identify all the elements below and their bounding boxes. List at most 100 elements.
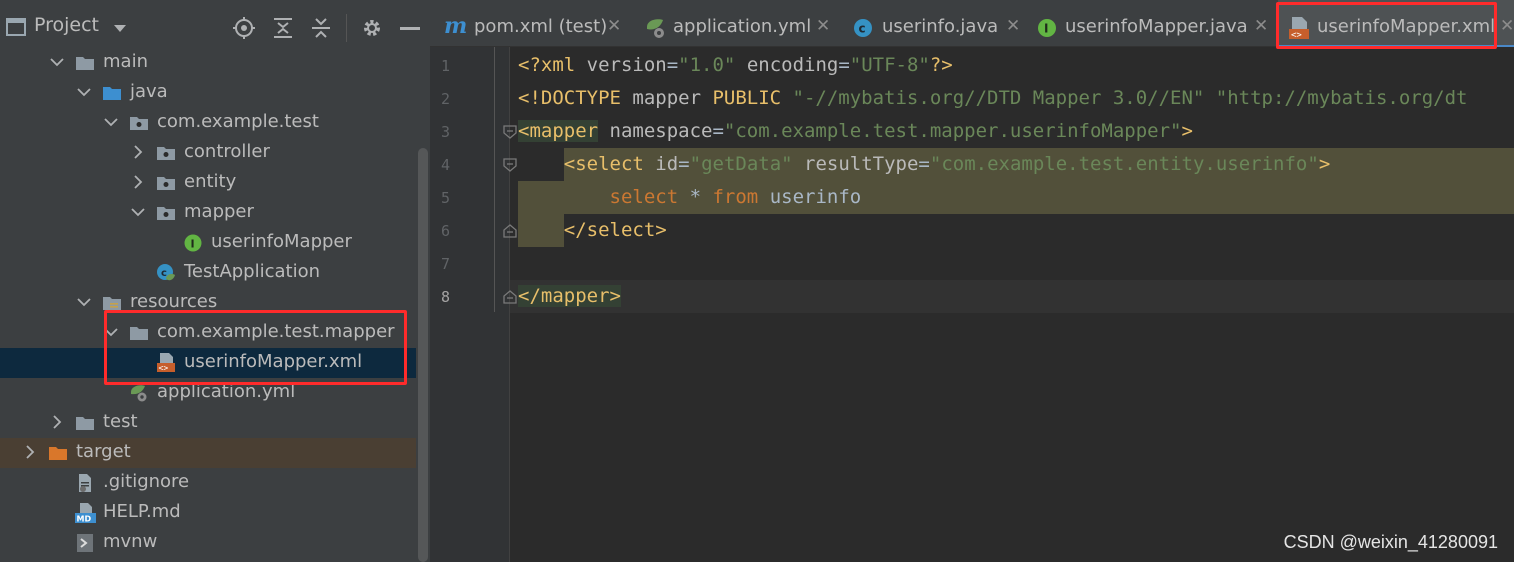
svg-text:m: m xyxy=(444,17,467,35)
tree-item-help-md[interactable]: MD HELP.md xyxy=(0,498,416,528)
header-divider xyxy=(346,14,347,42)
code-line-4[interactable]: <select id="getData" resultType="com.exa… xyxy=(518,148,1331,181)
svg-text:I: I xyxy=(1044,22,1048,36)
close-icon[interactable]: ✕ xyxy=(1254,16,1268,36)
tree-item-testapplication[interactable]: c TestApplication xyxy=(0,258,416,288)
tree-item-target[interactable]: target xyxy=(0,438,430,468)
token: id xyxy=(643,153,679,175)
token: ?> xyxy=(929,54,953,76)
project-title[interactable]: Project xyxy=(34,14,99,36)
tree-item-label: com.example.test xyxy=(157,111,319,132)
token: encoding xyxy=(735,54,839,76)
source-folder-icon xyxy=(102,83,122,103)
token: <?xml xyxy=(518,54,587,76)
tree-item-userinfomapper[interactable]: IuserinfoMapper xyxy=(0,228,416,258)
fold-open-icon[interactable] xyxy=(503,125,517,139)
fold-guide xyxy=(494,47,495,312)
svg-text:c: c xyxy=(161,268,167,279)
svg-text:I: I xyxy=(191,238,195,251)
expand-all-icon[interactable] xyxy=(272,17,294,39)
chevron-down-icon[interactable] xyxy=(49,54,65,70)
token: <!DOCTYPE xyxy=(518,87,633,109)
line-number: 4 xyxy=(440,156,450,174)
token: namespace xyxy=(598,120,713,142)
tree-item-com-example-test[interactable]: com.example.test xyxy=(0,108,416,138)
tree-item--gitignore[interactable]: .gitignore xyxy=(0,468,416,498)
chevron-down-icon[interactable] xyxy=(76,294,92,310)
script-file-icon xyxy=(75,533,95,553)
code-line-8[interactable]: </mapper> xyxy=(518,280,621,313)
tree-item-label: mvnw xyxy=(103,531,158,552)
fold-close-icon[interactable] xyxy=(503,290,517,304)
close-icon[interactable]: ✕ xyxy=(1006,16,1020,36)
locate-file-icon[interactable] xyxy=(233,17,255,39)
chevron-down-icon[interactable] xyxy=(113,24,127,34)
token: > xyxy=(1318,153,1331,175)
close-icon[interactable]: ✕ xyxy=(816,16,830,36)
package-icon xyxy=(156,173,176,193)
token: </mapper> xyxy=(518,285,621,307)
markdown-file-icon: MD xyxy=(75,503,96,524)
yml-file-icon xyxy=(647,19,664,38)
tree-item-mapper[interactable]: mapper xyxy=(0,198,416,228)
tree-item-main[interactable]: main xyxy=(0,48,416,78)
chevron-down-icon[interactable] xyxy=(130,204,146,220)
tree-item-mvnw[interactable]: mvnw xyxy=(0,528,416,558)
tree-item-test[interactable]: test xyxy=(0,408,416,438)
code-line-1[interactable]: <?xml version="1.0" encoding="UTF-8"?> xyxy=(518,49,953,82)
line-number: 6 xyxy=(440,222,450,240)
interface-icon: I xyxy=(183,233,203,253)
token: "com.example.test.mapper.userinfoMapper" xyxy=(723,120,1182,142)
tab-pom-xml[interactable]: m pom.xml (test) ✕ xyxy=(430,0,630,47)
token: <select xyxy=(563,153,644,175)
token: resultType xyxy=(792,153,919,175)
token: version xyxy=(586,54,667,76)
tree-item-label: userinfoMapper xyxy=(211,231,352,252)
tab-label: pom.xml (test) xyxy=(474,16,608,37)
tab-application-yml[interactable]: application.yml ✕ xyxy=(630,0,840,47)
tree-item-java[interactable]: java xyxy=(0,78,416,108)
text-file-icon xyxy=(75,473,95,493)
class-icon: c xyxy=(854,19,872,37)
annotation-box xyxy=(104,310,407,385)
chevron-down-icon[interactable] xyxy=(103,114,119,130)
tree-item-label: TestApplication xyxy=(184,261,321,282)
code-line-5[interactable]: select * from userinfo xyxy=(518,181,862,214)
line-number: 5 xyxy=(440,189,450,207)
token: "UTF-8" xyxy=(849,54,930,76)
code-editor[interactable]: 1 2 3 4 5 6 7 8 <?xml version="1.0" enco… xyxy=(430,47,1514,562)
token: = xyxy=(918,153,930,175)
tree-item-entity[interactable]: entity xyxy=(0,168,416,198)
code-line-3[interactable]: <mapper namespace="com.example.test.mapp… xyxy=(518,115,1193,148)
tree-item-label: controller xyxy=(184,141,270,162)
scrollbar-thumb[interactable] xyxy=(418,148,428,562)
line-number: 8 xyxy=(440,288,450,306)
token: * xyxy=(678,186,713,208)
chevron-right-icon[interactable] xyxy=(22,444,38,460)
fold-open-icon[interactable] xyxy=(503,158,517,172)
code-line-2[interactable]: <!DOCTYPE mapper PUBLIC "-//mybatis.org/… xyxy=(518,82,1467,115)
tree-item-label: resources xyxy=(130,291,218,312)
gear-icon[interactable] xyxy=(361,17,383,39)
tab-userinfo-mapper-java[interactable]: I userinfoMapper.java ✕ xyxy=(1030,0,1276,47)
collapse-all-icon[interactable] xyxy=(310,17,332,39)
tree-item-controller[interactable]: controller xyxy=(0,138,416,168)
token: = xyxy=(712,120,724,142)
fold-close-icon[interactable] xyxy=(503,224,517,238)
minimize-icon[interactable] xyxy=(400,27,420,31)
tab-userinfo-java[interactable]: c userinfo.java ✕ xyxy=(840,0,1030,47)
code-line-6[interactable]: </select> xyxy=(518,214,667,247)
token: = xyxy=(838,54,850,76)
package-icon xyxy=(156,203,176,223)
chevron-right-icon[interactable] xyxy=(130,174,146,190)
chevron-right-icon[interactable] xyxy=(49,414,65,430)
chevron-right-icon[interactable] xyxy=(130,144,146,160)
interface-icon: I xyxy=(1038,19,1056,37)
folder-icon xyxy=(75,413,95,433)
close-icon[interactable]: ✕ xyxy=(1500,16,1514,36)
tree-item-label: main xyxy=(103,51,148,72)
close-icon[interactable]: ✕ xyxy=(607,16,621,36)
token: from xyxy=(712,186,759,208)
chevron-down-icon[interactable] xyxy=(76,84,92,100)
